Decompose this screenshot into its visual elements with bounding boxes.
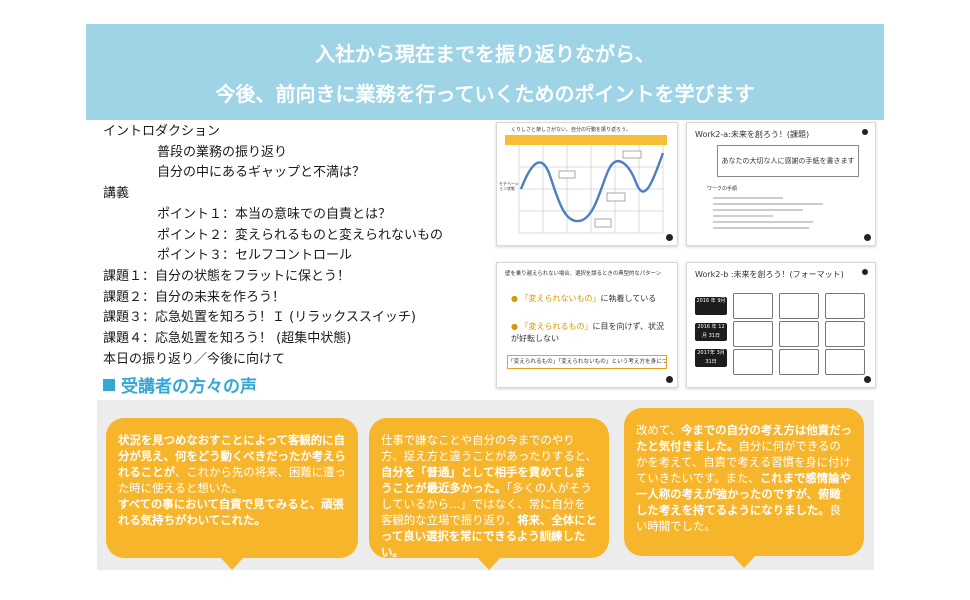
page-marker: [864, 376, 871, 383]
slide-item-2: ● 「変えられるもの」に目を向けず、状況が好転しない: [511, 322, 664, 343]
agenda-list: イントロダクション普段の業務の振り返り自分の中にあるギャップと不満は？ 講義ポイン…: [103, 122, 493, 370]
agenda-item: 講義: [103, 186, 130, 202]
agenda-item: 課題２：自分の未来を作ろう！: [103, 289, 286, 305]
grid-row-label-3: 2017年 3月 31日: [695, 349, 727, 367]
grid-row-label-1: 2016 年 9月: [695, 297, 727, 315]
slide-item-1-text: に執着している: [600, 294, 657, 303]
page-marker: [666, 376, 673, 383]
voice-text: 仕事で嫌なことや自分の今までのやり方、捉え方と違うことがあったりすると、: [381, 433, 597, 463]
banner-line-2: 今後、前向きに業務を行っていくためのポイントを学びます: [215, 82, 755, 106]
agenda-item: 課題４：応急処置を知ろう！ (超集中状態): [103, 331, 352, 347]
slide-footer: 「変えられるもの」「変えられないもの」という考え方を身につける: [507, 355, 667, 369]
agenda-item: ポイント１：本当の意味での自責とは？: [157, 206, 392, 222]
slide-item-1-highlight: 「変えられないもの」: [520, 294, 601, 303]
voice-bubble-1: 状況を見つめなおすことによって客観的に自分が見え、何をどう動くべきだったか考えら…: [106, 418, 358, 570]
slide-item-2-highlight: 「変えられるもの」: [520, 322, 593, 331]
slide-thumb-motivation-chart: くりしさと楽しさがない、自分の行動を振り返ろう。 モチベーション状態: [496, 122, 678, 246]
agenda-item: 課題１：自分の状態をフラットに保とう！: [103, 268, 351, 284]
agenda-item: 普段の業務の振り返り: [157, 144, 288, 160]
slide-thumb-change-pattern: 壁を乗り越えられない場合、選択を誤るときの典型的なパターン ● 「変えられないも…: [496, 262, 678, 388]
grid-row-label-2: 2016 年 12月 31日: [695, 323, 727, 341]
agenda-item: 課題３：応急処置を知ろう！Ｉ (リラックススイッチ): [103, 310, 416, 326]
agenda-item: 本日の振り返り／今後に向けて: [103, 351, 286, 367]
slide-note: ワークの手順: [707, 186, 738, 192]
voices-heading: 受講者の方々の声: [103, 372, 257, 397]
square-bullet-icon: [103, 379, 115, 391]
agenda-item: イントロダクション: [103, 124, 221, 139]
banner-line-1: 入社から現在までを振り返りながら、: [315, 42, 655, 66]
slide-item-1: ● 「変えられないもの」に執着している: [511, 294, 657, 303]
slide-title: Work2-b :未来を創ろう！(フォーマット): [695, 270, 844, 279]
voice-bubble-3: 改めて、今までの自分の考え方は他責だったと気付きました。自分に何ができるのかを考…: [624, 408, 864, 568]
slide-title: 壁を乗り越えられない場合、選択を誤るときの典型的なパターン: [505, 271, 662, 277]
voice-bubble-2: 仕事で嫌なことや自分の今までのやり方、捉え方と違うことがあったりすると、自分を「…: [369, 418, 609, 570]
header-banner: 入社から現在までを振り返りながら、 今後、前向きに業務を行っていくためのポイント…: [86, 24, 884, 120]
agenda-item: ポイント３：セルフコントロール: [157, 248, 353, 264]
page-marker: [862, 269, 868, 275]
agenda-item: ポイント２：変えられるものと変えられないもの: [157, 227, 444, 243]
voice-text-bold: すべての事において自責で見てみると、頑張れる気持ちがわいてこれた。: [118, 497, 344, 527]
page-marker: [666, 234, 673, 241]
slide-thumb-work2b: Work2-b :未来を創ろう！(フォーマット) 2016 年 9月 2016 …: [686, 262, 876, 388]
agenda-item: 自分の中にあるギャップと不満は？: [157, 165, 366, 181]
chart-axis-label: モチベーション状態: [499, 181, 519, 191]
slide-title: Work2-a:未来を創ろう！(課題): [695, 130, 810, 139]
slide-thumb-work2a: Work2-a:未来を創ろう！(課題) あなたの大切な人に感謝の手紙を書きます …: [686, 122, 876, 246]
voice-text: 改めて、: [636, 423, 681, 437]
page-marker: [862, 129, 868, 135]
slide-box: あなたの大切な人に感謝の手紙を書きます: [717, 145, 859, 177]
page-marker: [864, 234, 871, 241]
voices-heading-text: 受講者の方々の声: [121, 377, 257, 397]
motivation-line-chart: [505, 135, 667, 234]
